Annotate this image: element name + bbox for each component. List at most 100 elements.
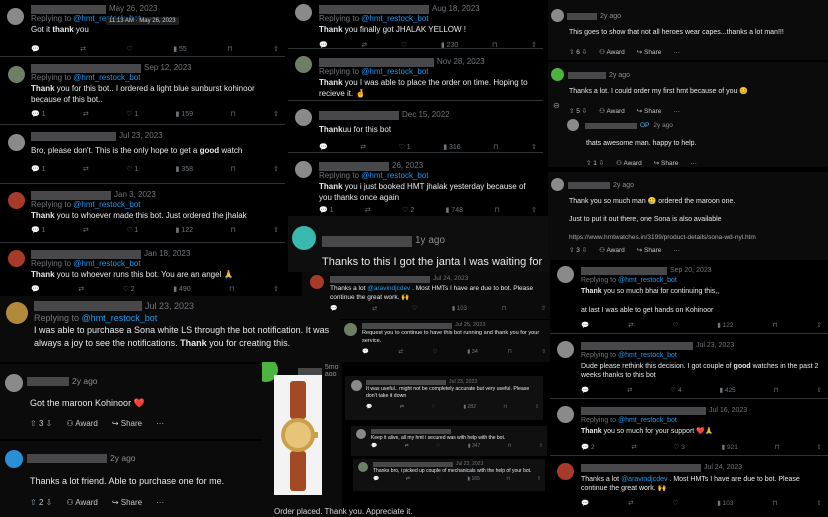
reply-icon[interactable]: 💬: [330, 305, 337, 313]
like-icon[interactable]: ♡: [672, 500, 678, 509]
like-count[interactable]: ♡ 1: [126, 226, 138, 235]
avatar[interactable]: [344, 323, 357, 336]
like-icon[interactable]: ♡: [436, 476, 440, 483]
views-count[interactable]: ▮ 122: [717, 322, 733, 331]
watch-photo[interactable]: [274, 375, 322, 495]
mention-link[interactable]: @hmt_restock_bot: [73, 259, 140, 268]
share-button[interactable]: ↪ Share: [637, 107, 662, 116]
avatar[interactable]: [551, 178, 564, 191]
reply-icon[interactable]: 💬: [31, 45, 40, 54]
more-options-icon[interactable]: ···: [156, 497, 164, 508]
award-button[interactable]: ⚇ Award: [66, 497, 97, 508]
retweet-icon[interactable]: ⇄: [361, 41, 367, 48]
mention-link[interactable]: @hmt_restock_bot: [361, 67, 428, 76]
vote-control[interactable]: ⇧ 2 ⇩: [30, 497, 52, 508]
reply-count[interactable]: 💬 1: [31, 226, 46, 235]
vote-control[interactable]: ⇧ 1 ⇩: [586, 159, 604, 167]
mention-link[interactable]: @hmt_restock_bot: [73, 200, 140, 209]
reply-icon[interactable]: 💬: [581, 387, 589, 396]
bookmark-icon[interactable]: ⊓: [773, 322, 778, 331]
share-icon[interactable]: ⇧: [541, 305, 546, 313]
award-button[interactable]: ⚇ Award: [599, 48, 625, 57]
avatar[interactable]: [557, 406, 574, 423]
mention-link[interactable]: @hmt_restock_bot: [618, 417, 677, 424]
award-button[interactable]: ⚇ Award: [599, 107, 625, 116]
mention-link[interactable]: @hmt_restock_bot: [618, 352, 677, 359]
like-count[interactable]: ♡ 3: [674, 444, 685, 453]
bookmark-icon[interactable]: ⊓: [494, 206, 499, 215]
share-button[interactable]: ↪ Share: [112, 497, 142, 508]
bookmark-icon[interactable]: ⊓: [229, 285, 234, 294]
views-count[interactable]: ▮ 230: [441, 41, 458, 48]
like-icon[interactable]: ♡: [436, 443, 440, 450]
share-icon[interactable]: ⇧: [541, 349, 546, 357]
avatar[interactable]: [551, 68, 564, 81]
share-icon[interactable]: ⇧: [817, 322, 822, 331]
mention-link[interactable]: @hmt_restock_bot: [618, 277, 677, 284]
like-count[interactable]: ♡ 1: [126, 165, 138, 174]
retweet-icon[interactable]: ⇄: [83, 226, 89, 235]
avatar[interactable]: [356, 429, 366, 439]
retweet-icon[interactable]: ⇄: [631, 444, 636, 453]
share-icon[interactable]: ⇧: [273, 226, 279, 235]
like-icon[interactable]: ♡: [126, 45, 132, 54]
avatar[interactable]: [295, 109, 312, 126]
award-button[interactable]: ⚇ Award: [616, 159, 642, 167]
reply-count[interactable]: 💬 1: [31, 110, 46, 119]
reply-icon[interactable]: 💬: [31, 285, 40, 294]
reply-icon[interactable]: 💬: [319, 41, 328, 48]
reply-icon[interactable]: 💬: [581, 322, 589, 331]
views-count[interactable]: ▮ 55: [173, 45, 187, 54]
vote-control[interactable]: ⇧ 3 ⇩: [30, 418, 52, 429]
award-button[interactable]: ⚇ Award: [599, 246, 625, 255]
share-button[interactable]: ↪ Share: [637, 48, 662, 57]
avatar[interactable]: [7, 8, 24, 25]
views-count[interactable]: ▮ 103: [717, 500, 733, 509]
reply-icon[interactable]: 💬: [373, 476, 379, 483]
mention-link[interactable]: @hmt_restock_bot: [73, 73, 140, 82]
more-options-icon[interactable]: ···: [673, 107, 680, 116]
avatar[interactable]: [5, 450, 23, 468]
views-count[interactable]: ▮ 358: [176, 165, 193, 174]
share-button[interactable]: ↪ Share: [112, 418, 142, 429]
avatar[interactable]: [351, 380, 362, 391]
reply-icon[interactable]: 💬: [366, 404, 372, 411]
share-icon[interactable]: ⇧: [537, 476, 541, 483]
bookmark-icon[interactable]: ⊓: [773, 500, 778, 509]
avatar[interactable]: [557, 341, 574, 358]
reply-icon[interactable]: 💬: [362, 349, 369, 357]
like-icon[interactable]: ♡: [401, 41, 407, 48]
more-options-icon[interactable]: ···: [156, 418, 164, 429]
like-count[interactable]: ♡ 2: [402, 206, 414, 215]
share-icon[interactable]: ⇧: [816, 444, 821, 453]
share-button[interactable]: ↪ Share: [654, 159, 679, 167]
product-link[interactable]: https://www.hmtwatches.in/3199/product-d…: [569, 233, 756, 242]
reply-count[interactable]: 💬 1: [319, 206, 334, 215]
like-icon[interactable]: ♡: [433, 349, 438, 357]
retweet-icon[interactable]: ⇄: [80, 45, 86, 54]
avatar[interactable]: [8, 192, 25, 209]
retweet-icon[interactable]: ⇄: [628, 500, 633, 509]
retweet-icon[interactable]: ⇄: [78, 285, 84, 294]
retweet-icon[interactable]: ⇄: [83, 110, 89, 119]
bookmark-icon[interactable]: ⊓: [775, 444, 780, 453]
like-icon[interactable]: ♡: [672, 322, 678, 331]
views-count[interactable]: ▮ 165: [467, 476, 479, 483]
retweet-icon[interactable]: ⇄: [372, 305, 377, 313]
retweet-icon[interactable]: ⇄: [83, 165, 89, 174]
bookmark-icon[interactable]: ⊓: [506, 476, 510, 483]
share-icon[interactable]: ⇧: [273, 45, 279, 54]
avatar[interactable]: [292, 226, 316, 250]
avatar[interactable]: [557, 463, 574, 480]
avatar[interactable]: [310, 275, 324, 289]
bookmark-icon[interactable]: ⊓: [774, 387, 779, 396]
bookmark-icon[interactable]: ⊓: [230, 226, 235, 235]
award-button[interactable]: ⚇ Award: [66, 418, 97, 429]
mention-link[interactable]: @hmt_restock_bot: [361, 14, 428, 23]
bookmark-icon[interactable]: ⊓: [230, 165, 235, 174]
share-icon[interactable]: ⇧: [531, 143, 537, 152]
share-icon[interactable]: ⇧: [539, 443, 543, 450]
bookmark-icon[interactable]: ⊓: [230, 110, 235, 119]
views-count[interactable]: ▮ 921: [722, 444, 738, 453]
retweet-icon[interactable]: ⇄: [398, 349, 403, 357]
